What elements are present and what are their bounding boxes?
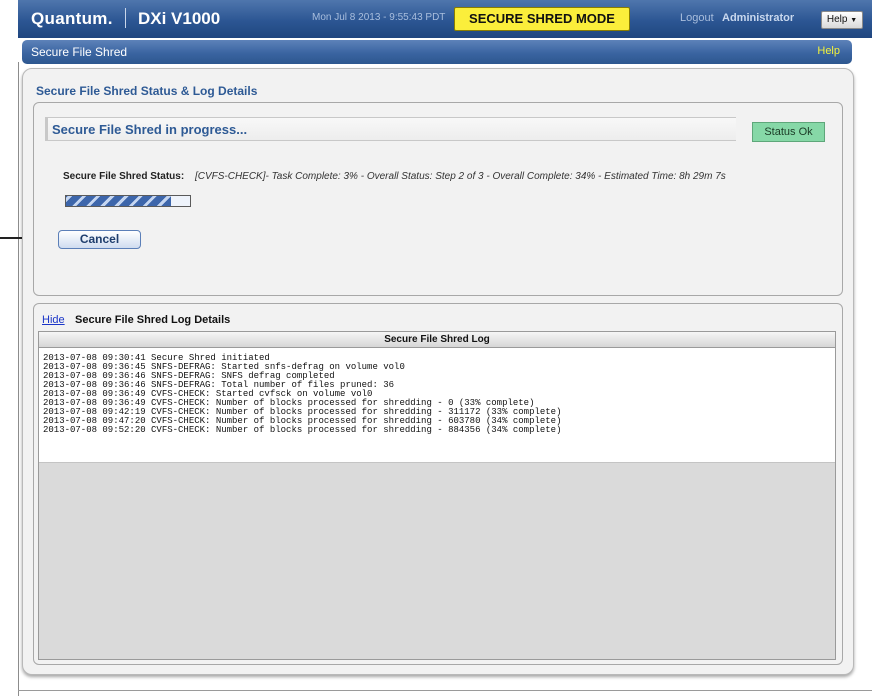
log-details-title: Secure File Shred Log Details — [75, 314, 231, 326]
log-line: 2013-07-08 09:52:20 CVFS-CHECK: Number o… — [43, 425, 562, 435]
secure-shred-mode-badge: SECURE SHRED MODE — [454, 7, 630, 31]
product-name: DXi V1000 — [138, 9, 221, 28]
cancel-button[interactable]: Cancel — [58, 230, 141, 249]
page-title: Secure File Shred — [31, 45, 128, 59]
logout-link[interactable]: Logout — [680, 12, 714, 24]
progress-bar-fill — [66, 196, 172, 206]
top-header-bar: Quantum. DXi V1000 Mon Jul 8 2013 - 9:55… — [18, 0, 872, 38]
page-help-link[interactable]: Help — [817, 45, 840, 57]
page-title-bar: Secure File Shred Help — [22, 40, 852, 64]
shred-status-row: Secure File Shred Status: [CVFS-CHECK]- … — [63, 171, 726, 182]
shred-status-value: [CVFS-CHECK]- Task Complete: 3% - Overal… — [194, 171, 726, 182]
chevron-down-icon: ▼ — [850, 17, 858, 24]
logo-divider — [125, 8, 126, 28]
quantum-logo: Quantum. — [31, 9, 113, 28]
left-frame-border — [18, 62, 19, 696]
status-ok-badge: Status Ok — [752, 122, 825, 142]
progress-title: Secure File Shred in progress... — [52, 122, 248, 137]
log-table-header: Secure File Shred Log — [39, 332, 835, 348]
section-title: Secure File Shred Status & Log Details — [36, 84, 258, 98]
shred-log-table: Secure File Shred Log 2013-07-08 09:30:4… — [38, 331, 836, 660]
system-datetime: Mon Jul 8 2013 - 9:55:43 PDT — [312, 12, 446, 23]
help-menu-label: Help — [826, 14, 848, 25]
progress-header: Secure File Shred in progress... — [45, 117, 736, 141]
help-menu-button[interactable]: Help ▼ — [821, 11, 863, 29]
hide-log-link[interactable]: Hide — [42, 314, 65, 326]
log-content[interactable]: 2013-07-08 09:30:41 Secure Shred initiat… — [39, 348, 835, 463]
bottom-frame-border — [18, 690, 872, 691]
shred-progress-bar — [65, 195, 191, 207]
shred-status-label: Secure File Shred Status: — [63, 171, 185, 182]
current-user: Administrator — [722, 12, 795, 24]
